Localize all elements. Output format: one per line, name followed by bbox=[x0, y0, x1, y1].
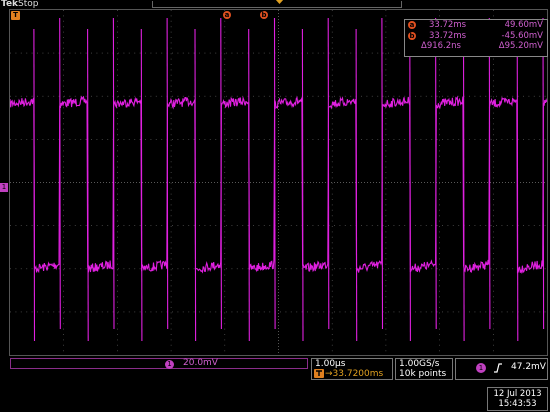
trace-edge bbox=[327, 17, 330, 330]
channel-1-readout[interactable]: 1 20.0mV bbox=[10, 358, 308, 369]
waveform-display[interactable] bbox=[9, 9, 548, 356]
acquisition-readout[interactable]: 1.00GS/s 10k points bbox=[395, 358, 453, 380]
trace-edge bbox=[87, 28, 89, 342]
cursor-b-badge: b bbox=[408, 31, 416, 40]
trace-edge bbox=[301, 28, 304, 342]
channel-1-scale: 20.0mV bbox=[183, 358, 218, 368]
channel-1-badge: 1 bbox=[165, 360, 174, 369]
record-length: 10k points bbox=[399, 369, 447, 379]
cursor-readout-panel: a 33.72ms 49.60mV b 33.72ms -45.60mV Δ91… bbox=[404, 19, 548, 57]
time: 15:43:53 bbox=[498, 399, 537, 409]
arrow-right-icon: → bbox=[325, 369, 333, 379]
cursor-a-marker[interactable]: a bbox=[223, 11, 231, 19]
cursor-a-volt: 49.60mV bbox=[504, 20, 543, 30]
trace-edge bbox=[112, 17, 115, 330]
trigger-level: 47.2mV bbox=[511, 362, 546, 372]
graticule bbox=[10, 10, 547, 355]
cursor-b-volt: -45.60mV bbox=[501, 30, 544, 41]
cursor-b-marker[interactable]: b bbox=[260, 11, 268, 19]
trace-edge bbox=[435, 17, 437, 330]
channel-1-ground-marker[interactable]: 1 bbox=[0, 183, 8, 192]
trace-edge bbox=[462, 28, 465, 342]
trace-edge bbox=[220, 17, 222, 330]
delta-time: Δ916.2ns bbox=[421, 41, 461, 51]
cursor-a-badge: a bbox=[408, 21, 416, 29]
trace-edge bbox=[355, 28, 358, 342]
trigger-position-marker-icon bbox=[275, 0, 284, 4]
trace-edge bbox=[166, 17, 169, 330]
trigger-point-marker: T bbox=[11, 11, 20, 20]
timebase-position: →33.7200ms bbox=[325, 369, 384, 379]
trace-edge bbox=[488, 17, 491, 330]
trace-edge bbox=[381, 17, 384, 330]
trace-edge bbox=[409, 28, 411, 342]
cursor-b-time: 33.72ms bbox=[429, 30, 467, 41]
cursor-a-time: 33.72ms bbox=[429, 20, 467, 30]
bottom-status-bar: 1 20.0mV 1.00µs →33.7200ms 1.00GS/s 10k … bbox=[0, 358, 550, 412]
trigger-position-icon bbox=[314, 369, 324, 378]
trace-edge bbox=[273, 17, 276, 330]
delta-volt: Δ95.20mV bbox=[498, 41, 543, 51]
trace-edge bbox=[194, 28, 197, 342]
trigger-readout[interactable]: 1 47.2mV bbox=[455, 358, 548, 380]
timebase-scale: 1.00µs bbox=[315, 359, 346, 369]
datetime-display: 12 Jul 2013 15:43:53 bbox=[487, 387, 548, 411]
sample-rate: 1.00GS/s bbox=[399, 359, 440, 369]
trace-edge bbox=[140, 28, 143, 342]
trace-edge bbox=[59, 17, 61, 330]
rising-edge-icon bbox=[494, 363, 502, 373]
date: 12 Jul 2013 bbox=[493, 389, 542, 399]
trace-edge bbox=[33, 28, 36, 342]
trace-edge bbox=[516, 28, 519, 342]
trace-edge bbox=[542, 17, 545, 330]
trace-edge bbox=[248, 28, 250, 342]
timebase-readout[interactable]: 1.00µs →33.7200ms bbox=[311, 358, 393, 380]
trigger-source-badge: 1 bbox=[476, 363, 486, 373]
